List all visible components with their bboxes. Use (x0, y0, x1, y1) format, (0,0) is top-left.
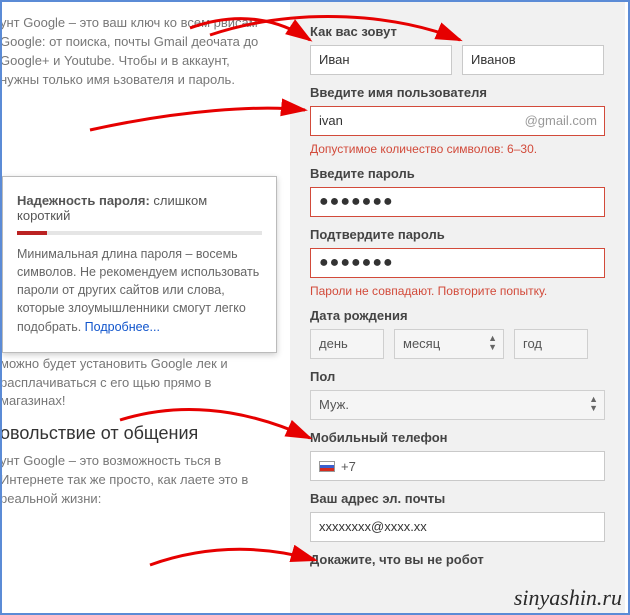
label-robot: Докажите, что вы не робот (310, 552, 605, 567)
p2-text: унт Google – это возможность ться в Инте… (0, 452, 270, 509)
label-password: Введите пароль (310, 166, 605, 181)
chevron-updown-icon: ▲▼ (589, 395, 598, 413)
label-email: Ваш адрес эл. почты (310, 491, 605, 506)
password-input[interactable]: ●●●●●●● (310, 187, 605, 217)
phone-input[interactable]: +7 (310, 451, 605, 481)
label-dob: Дата рождения (310, 308, 605, 323)
username-error: Допустимое количество символов: 6–30. (310, 142, 605, 156)
more-link[interactable]: Подробнее... (85, 320, 160, 334)
label-gender: Пол (310, 369, 605, 384)
password-error: Пароли не совпадают. Повторите попытку. (310, 284, 605, 298)
flag-ru-icon (319, 461, 335, 472)
month-select[interactable]: месяц▲▼ (394, 329, 504, 359)
domain-suffix: @gmail.com (525, 106, 597, 136)
heading-communication: овольствие от общения (0, 423, 270, 444)
watermark: sinyashin.ru (514, 585, 622, 611)
confirm-password-input[interactable]: ●●●●●●● (310, 248, 605, 278)
day-select[interactable]: день (310, 329, 384, 359)
password-strength-popup: Надежность пароля: слишком короткий Мини… (2, 176, 277, 353)
label-name: Как вас зовут (310, 24, 605, 39)
label-phone: Мобильный телефон (310, 430, 605, 445)
year-select[interactable]: год (514, 329, 588, 359)
recovery-email-input[interactable]: xxxxxxxx@xxxx.xx (310, 512, 605, 542)
popup-body: Минимальная длина пароля – восемь символ… (17, 245, 262, 336)
last-name-input[interactable]: Иванов (462, 45, 604, 75)
label-username: Введите имя пользователя (310, 85, 605, 100)
gender-select[interactable]: Муж.▲▼ (310, 390, 605, 420)
phone-value: +7 (341, 459, 356, 474)
popup-title: Надежность пароля: слишком короткий (17, 193, 262, 223)
first-name-input[interactable]: Иван (310, 45, 452, 75)
label-confirm: Подтвердите пароль (310, 227, 605, 242)
strength-bar (17, 231, 262, 235)
signup-form: Как вас зовут Иван Иванов Введите имя по… (290, 0, 625, 615)
chevron-updown-icon: ▲▼ (488, 334, 497, 352)
intro-text: унт Google – это ваш ключ ко всем рвисам… (0, 14, 270, 89)
